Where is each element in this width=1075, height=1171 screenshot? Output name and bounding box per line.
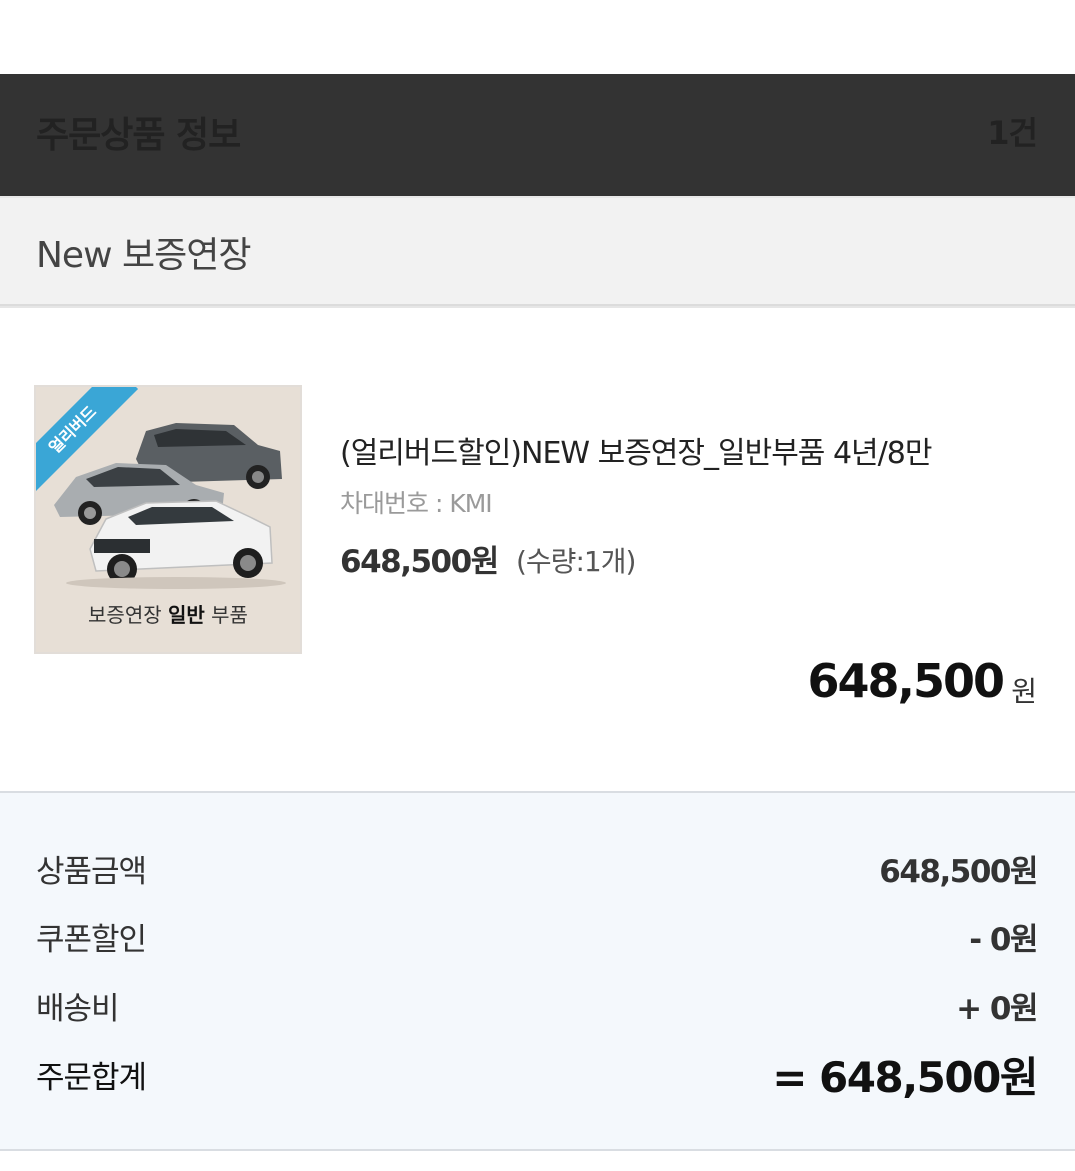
caption-bold: 일반 xyxy=(167,603,205,627)
summary-label-coupon: 쿠폰할인 xyxy=(36,922,147,958)
product-thumbnail[interactable]: 얼리버드 보증연장 일반 부품 xyxy=(34,385,302,654)
summary-label-shipping: 배송비 xyxy=(36,991,120,1027)
summary-label-total: 주문합계 xyxy=(36,1060,147,1096)
product-name[interactable]: (얼리버드할인)NEW 보증연장_일반부품 4년/8만 xyxy=(340,428,932,472)
order-count: 1건 xyxy=(987,114,1038,152)
caption-prefix: 보증연장 xyxy=(88,603,162,627)
line-total-amount: 648,500 xyxy=(807,654,1005,708)
image-caption: 보증연장 일반 부품 xyxy=(36,599,300,628)
summary-value-shipping: + 0원 xyxy=(956,991,1038,1027)
category-title: New 보증연장 xyxy=(36,235,251,276)
summary-label-product-amount: 상품금액 xyxy=(36,854,147,890)
summary-value-product-amount: 648,500원 xyxy=(879,854,1038,890)
quantity: (수량:1개) xyxy=(516,545,636,578)
order-title: 주문상품 정보 xyxy=(36,115,241,156)
unit-price: 648,500원 xyxy=(340,544,499,580)
caption-suffix: 부품 xyxy=(211,603,248,627)
divider xyxy=(0,306,1075,308)
vin-number: 차대번호 : KMI xyxy=(340,489,493,518)
summary-value-total: = 648,500원 xyxy=(772,1053,1038,1102)
line-total-unit: 원 xyxy=(1011,675,1037,708)
summary-value-coupon: - 0원 xyxy=(969,922,1038,958)
